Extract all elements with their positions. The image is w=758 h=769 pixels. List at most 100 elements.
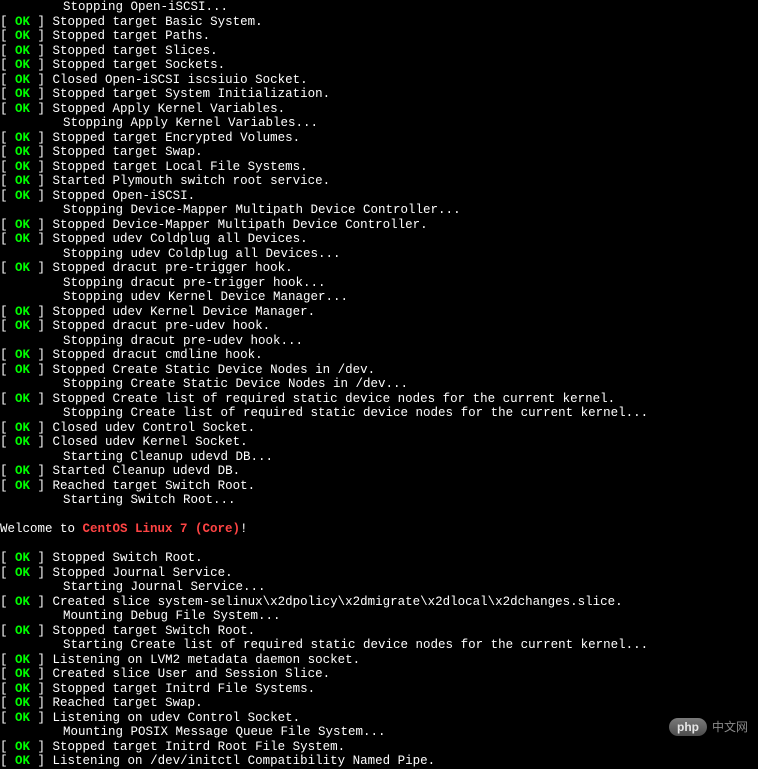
boot-line: Starting Journal Service... <box>63 580 758 595</box>
bracket-left: [ <box>0 479 15 493</box>
ok-status: OK <box>15 754 30 768</box>
boot-message: Stopped target Sockets. <box>53 58 226 72</box>
bracket-left: [ <box>0 261 15 275</box>
boot-line: Mounting POSIX Message Queue File System… <box>63 725 758 740</box>
bracket-left: [ <box>0 174 15 188</box>
bracket-left: [ <box>0 218 15 232</box>
ok-status: OK <box>15 566 30 580</box>
boot-line: [ OK ] Reached target Switch Root. <box>0 479 758 494</box>
boot-line: Stopping Create Static Device Nodes in /… <box>63 377 758 392</box>
boot-message: Stopped target Basic System. <box>53 15 263 29</box>
boot-message: Starting Journal Service... <box>63 580 266 594</box>
boot-line: [ OK ] Closed Open-iSCSI iscsiuio Socket… <box>0 73 758 88</box>
boot-line <box>0 537 758 552</box>
boot-message: Mounting Debug File System... <box>63 609 281 623</box>
boot-line: Stopping udev Kernel Device Manager... <box>63 290 758 305</box>
bracket-right: ] <box>30 667 53 681</box>
boot-line: [ OK ] Stopped udev Kernel Device Manage… <box>0 305 758 320</box>
ok-status: OK <box>15 464 30 478</box>
ok-status: OK <box>15 682 30 696</box>
boot-message: Stopped Create list of required static d… <box>53 392 616 406</box>
bracket-left: [ <box>0 392 15 406</box>
boot-line: [ OK ] Stopped target System Initializat… <box>0 87 758 102</box>
ok-status: OK <box>15 696 30 710</box>
boot-line: [ OK ] Started Cleanup udevd DB. <box>0 464 758 479</box>
bracket-left: [ <box>0 653 15 667</box>
bracket-right: ] <box>30 479 53 493</box>
bracket-right: ] <box>30 740 53 754</box>
boot-line: [ OK ] Stopped udev Coldplug all Devices… <box>0 232 758 247</box>
bracket-left: [ <box>0 551 15 565</box>
boot-message: Stopped Open-iSCSI. <box>53 189 196 203</box>
bracket-right: ] <box>30 421 53 435</box>
ok-status: OK <box>15 363 30 377</box>
boot-message: Stopping dracut pre-trigger hook... <box>63 276 326 290</box>
boot-message: Mounting POSIX Message Queue File System… <box>63 725 386 739</box>
boot-line: Mounting Debug File System... <box>63 609 758 624</box>
boot-line: Stopping Apply Kernel Variables... <box>63 116 758 131</box>
ok-status: OK <box>15 102 30 116</box>
welcome-prefix: Welcome to <box>0 522 83 536</box>
ok-status: OK <box>15 595 30 609</box>
bracket-left: [ <box>0 624 15 638</box>
boot-line: [ OK ] Listening on LVM2 metadata daemon… <box>0 653 758 668</box>
ok-status: OK <box>15 160 30 174</box>
bracket-right: ] <box>30 319 53 333</box>
bracket-right: ] <box>30 566 53 580</box>
bracket-left: [ <box>0 754 15 768</box>
boot-message: Stopped dracut cmdline hook. <box>53 348 263 362</box>
bracket-right: ] <box>30 595 53 609</box>
boot-message: Listening on /dev/initctl Compatibility … <box>53 754 436 768</box>
boot-message: Stopped target Initrd Root File System. <box>53 740 346 754</box>
bracket-left: [ <box>0 435 15 449</box>
ok-status: OK <box>15 740 30 754</box>
ok-status: OK <box>15 44 30 58</box>
boot-message: Stopped Journal Service. <box>53 566 233 580</box>
bracket-right: ] <box>30 392 53 406</box>
boot-message: Created slice system-selinux\x2dpolicy\x… <box>53 595 623 609</box>
boot-line: Welcome to CentOS Linux 7 (Core)! <box>0 522 758 537</box>
ok-status: OK <box>15 551 30 565</box>
ok-status: OK <box>15 58 30 72</box>
bracket-right: ] <box>30 160 53 174</box>
boot-line: [ OK ] Stopped Create list of required s… <box>0 392 758 407</box>
boot-line: Stopping Create list of required static … <box>63 406 758 421</box>
boot-message: Listening on LVM2 metadata daemon socket… <box>53 653 361 667</box>
boot-line: [ OK ] Stopped Journal Service. <box>0 566 758 581</box>
bracket-left: [ <box>0 102 15 116</box>
terminal-output: Stopping Open-iSCSI...[ OK ] Stopped tar… <box>0 0 758 769</box>
ok-status: OK <box>15 421 30 435</box>
bracket-left: [ <box>0 319 15 333</box>
bracket-left: [ <box>0 73 15 87</box>
bracket-left: [ <box>0 87 15 101</box>
boot-message: Starting Cleanup udevd DB... <box>63 450 273 464</box>
boot-line: [ OK ] Stopped target Initrd File System… <box>0 682 758 697</box>
boot-message: Stopped dracut pre-udev hook. <box>53 319 271 333</box>
boot-message: Stopped Create Static Device Nodes in /d… <box>53 363 376 377</box>
bracket-right: ] <box>30 232 53 246</box>
bracket-left: [ <box>0 145 15 159</box>
ok-status: OK <box>15 232 30 246</box>
boot-line: [ OK ] Stopped Device-Mapper Multipath D… <box>0 218 758 233</box>
bracket-left: [ <box>0 421 15 435</box>
boot-message: Stopped Apply Kernel Variables. <box>53 102 286 116</box>
boot-message: Created slice User and Session Slice. <box>53 667 331 681</box>
ok-status: OK <box>15 711 30 725</box>
boot-line: [ OK ] Stopped target Local File Systems… <box>0 160 758 175</box>
bracket-left: [ <box>0 740 15 754</box>
boot-message: Stopped target Local File Systems. <box>53 160 308 174</box>
boot-message: Reached target Switch Root. <box>53 479 256 493</box>
boot-line: [ OK ] Stopped dracut pre-trigger hook. <box>0 261 758 276</box>
boot-message: Stopping udev Coldplug all Devices... <box>63 247 341 261</box>
boot-message: Closed Open-iSCSI iscsiuio Socket. <box>53 73 308 87</box>
ok-status: OK <box>15 218 30 232</box>
ok-status: OK <box>15 131 30 145</box>
bracket-right: ] <box>30 305 53 319</box>
boot-line: [ OK ] Reached target Swap. <box>0 696 758 711</box>
boot-line: [ OK ] Listening on udev Control Socket. <box>0 711 758 726</box>
bracket-right: ] <box>30 145 53 159</box>
ok-status: OK <box>15 624 30 638</box>
boot-message: Stopping udev Kernel Device Manager... <box>63 290 348 304</box>
bracket-right: ] <box>30 131 53 145</box>
bracket-left: [ <box>0 363 15 377</box>
